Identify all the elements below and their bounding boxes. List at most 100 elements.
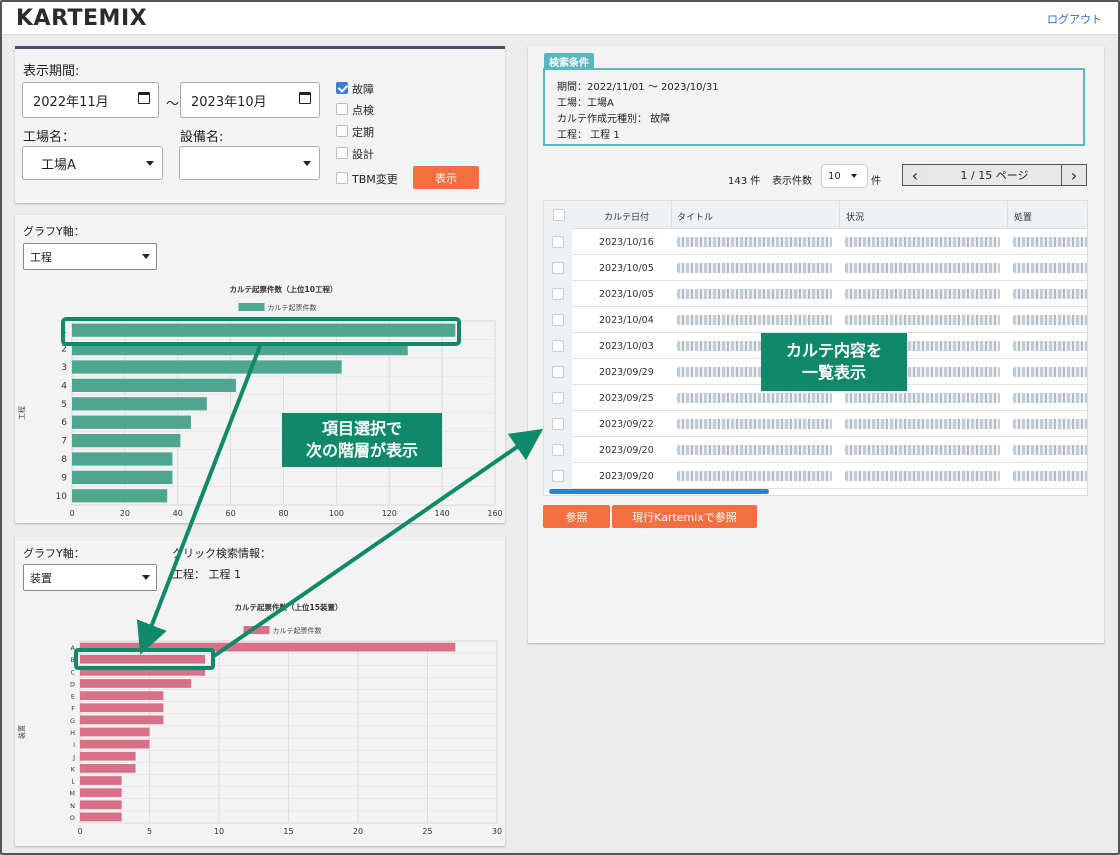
chevron-down-icon [146,161,154,166]
period-tilde: ～ [166,97,180,112]
logout-link[interactable]: ログアウト [1047,11,1102,27]
calendar-icon[interactable] [138,92,150,104]
chart2-y-axis-select[interactable]: 装置 [23,564,157,591]
column-date[interactable]: カルテ日付 [604,210,649,223]
row-date: 2023/10/04 [599,315,654,326]
checkbox-periodic[interactable] [336,125,348,137]
table-row[interactable]: 2023/09/20 [544,463,1087,489]
table-row[interactable]: 2023/10/16 [544,229,1087,255]
date-from-input[interactable]: 2022年11月 [22,82,159,118]
redacted-status [845,289,1000,299]
criteria-process: 工程： 工程 1 [557,130,620,141]
redacted-status [845,445,1000,455]
x-tick-label: 160 [487,509,502,518]
chart1-y-axis-select[interactable]: 工程 [23,243,157,270]
row-checkbox[interactable] [552,470,564,482]
search-criteria-box: 期間：2022/11/01 ～ 2023/10/31 工場：工場A カルテ作成元… [543,68,1085,146]
row-date: 2023/10/05 [599,289,654,300]
row-checkbox-cell [544,281,572,307]
per-page-select[interactable]: 10 [821,164,868,188]
callout-line: カルテ内容を [785,341,882,360]
row-checkbox[interactable] [552,340,564,352]
bar [80,739,150,749]
factory-select[interactable]: 工場A [22,146,163,180]
y-tick-label: M [69,790,75,798]
date-to-input[interactable]: 2023年10月 [180,82,320,118]
redacted-action [1013,367,1087,377]
checkbox-breakdown[interactable] [336,82,348,94]
chart1-y-axis-label: グラフY軸： [23,225,85,238]
reference-button[interactable]: 参照 [543,505,610,528]
calendar-icon[interactable] [299,92,311,104]
callout-line: 項目選択で [321,419,402,438]
redacted-action [1013,341,1087,351]
select-all-checkbox[interactable] [553,209,565,221]
row-checkbox[interactable] [552,314,564,326]
row-checkbox[interactable] [552,444,564,456]
bar [80,764,136,773]
table-row[interactable]: 2023/09/22 [544,411,1087,437]
chart2-bar-chart[interactable]: カルテ起票件数（上位15装置） カルテ起票件数 0 5 10 15 20 25 30 ABCDEF… [15,595,505,845]
redacted-title [677,393,832,403]
kartemix-logo: KARTEMIX [16,6,148,31]
redacted-status [845,393,1000,403]
filter-panel: 表示期間: 2022年11月 ～ 2023年10月 工場名： 工場A 設備名: … [15,46,505,203]
checkbox-inspection[interactable] [336,103,348,115]
row-checkbox[interactable] [552,418,564,430]
chart2-panel: グラフY軸： 装置 クリック検索情報： 工程： 工程 1 カルテ起票件数（上位1… [15,537,505,846]
table-row[interactable]: 2023/10/05 [544,255,1087,281]
row-date: 2023/10/03 [599,341,654,352]
row-checkbox[interactable] [552,366,564,378]
table-row[interactable]: 2023/10/05 [544,281,1087,307]
column-status[interactable]: 状況 [846,210,864,223]
legend-swatch [238,303,265,311]
next-page-button[interactable]: › [1061,164,1087,186]
table-row[interactable]: 2023/09/20 [544,437,1087,463]
equipment-select[interactable] [179,146,320,180]
table-row[interactable]: 2023/10/04 [544,307,1087,333]
bar [80,800,122,810]
reference-current-kartemix-button[interactable]: 現行Kartemixで参照 [612,505,757,528]
x-tick-label: 40 [173,509,183,518]
bar [80,666,206,676]
checkbox-label: TBM変更 [352,173,398,186]
per-page-unit: 件 [871,176,881,187]
redacted-title [677,289,832,299]
row-checkbox[interactable] [552,392,564,404]
header-checkbox-cell [544,201,572,229]
result-count: 143 件 [728,176,761,187]
chevron-right-icon: › [1070,165,1078,185]
redacted-title [677,315,832,325]
row-date: 2023/10/16 [599,237,654,248]
row-checkbox[interactable] [552,288,564,300]
x-tick-label: 25 [422,827,432,836]
redacted-title [677,471,832,481]
prev-page-button[interactable]: ‹ [902,164,928,186]
y-tick-label: H [70,729,75,737]
chart1-bar-chart[interactable]: カルテ起票件数（上位10工程） カルテ起票件数 0 20 40 60 80 100 120 140… [15,279,505,519]
x-tick-label: 120 [382,509,397,518]
y-tick-label: 6 [61,418,67,428]
column-title[interactable]: タイトル [677,210,713,223]
click-info-label: クリック検索情報： [172,547,271,560]
redacted-action [1013,237,1087,247]
row-date: 2023/09/22 [599,419,654,430]
horizontal-scrollbar[interactable] [549,489,769,494]
checkbox-design[interactable] [336,147,348,159]
y-tick-label: 2 [61,345,67,355]
show-button[interactable]: 表示 [413,166,479,189]
redacted-action [1013,419,1087,429]
checkbox-tbm-change[interactable] [336,172,348,184]
chart-title: カルテ起票件数（上位15装置） [235,602,343,612]
row-checkbox-cell [544,307,572,333]
divider [1007,201,1008,229]
chart2-y-axis-label: グラフY軸： [23,547,85,560]
row-checkbox[interactable] [552,262,564,274]
y-tick-label: E [71,693,75,701]
legend-label: カルテ起票件数 [273,626,322,635]
row-checkbox[interactable] [552,236,564,248]
column-action[interactable]: 処置 [1014,210,1032,223]
redacted-status [845,237,1000,247]
divider [839,201,840,229]
y-tick-label: 1 [61,326,67,336]
